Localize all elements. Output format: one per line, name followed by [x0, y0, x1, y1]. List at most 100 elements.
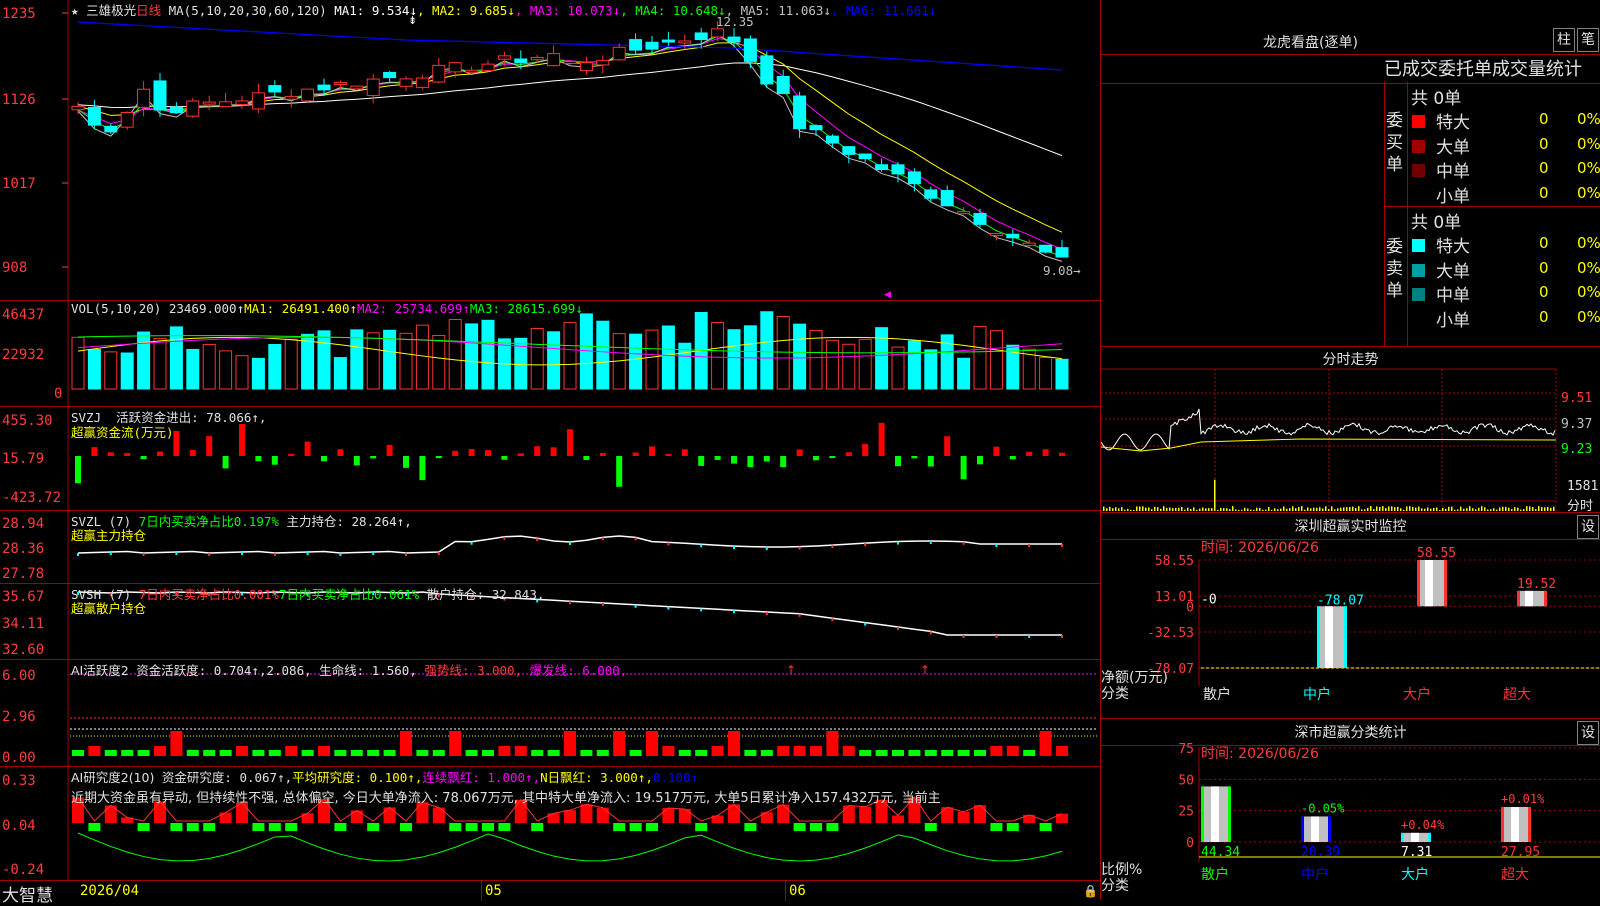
activity-bar — [285, 746, 298, 756]
date-label: 05 — [485, 883, 502, 899]
intraday-vol-bar — [1346, 507, 1348, 511]
price-panel[interactable]: ⇟ ◀ ★ 三雄极光日线 MA(5,10,20,30,60,120) MA1: 9… — [0, 0, 1100, 301]
intraday-vol-bar — [1550, 507, 1552, 511]
intraday-panel[interactable]: 分时走势 9.51 9.37 9.23 1581 分时 — [1100, 346, 1600, 514]
svsh-ylabel: 32.60 — [2, 642, 45, 658]
intraday-vol-bar — [1310, 508, 1312, 511]
intraday-vol-bar — [1247, 508, 1249, 511]
monitor-category: 散户 — [1203, 686, 1231, 703]
monitor-bar-edge — [1444, 560, 1447, 607]
svsh-ratio-green: 7日内买卖净占比0.061% — [278, 587, 420, 602]
candle — [711, 28, 725, 38]
candle — [661, 39, 675, 43]
intraday-vol-bar — [1181, 506, 1183, 511]
buy-row-value: 0 — [1539, 159, 1549, 177]
intraday-vol-bar — [1340, 507, 1342, 511]
ma-label: MA(5,10,20,30,60,120) — [168, 3, 327, 18]
intraday-vol-bar — [1520, 509, 1522, 511]
activity-bar — [432, 750, 445, 756]
sell-row-value: 0 — [1539, 258, 1549, 277]
stock-name[interactable]: 三雄极光 — [86, 3, 136, 18]
holding-tick — [995, 635, 998, 638]
intraday-vol-bar — [1319, 507, 1321, 511]
brand-logo: 大智慧 — [2, 886, 53, 906]
classify-panel[interactable]: 深市超赢分类统计 设 时间: 2026/06/26 75 50 25 0 44.34 散户… — [1100, 718, 1600, 900]
intraday-vol-bar — [1154, 506, 1156, 511]
intraday-vol-bar — [1172, 508, 1174, 511]
holding-tick — [536, 538, 539, 542]
classify-ylabel: 0 — [1186, 836, 1194, 851]
intraday-vol-bar — [1190, 508, 1192, 511]
ai-research-panel[interactable]: AI研究度2(10) 资金研究度: 0.067↑,平均研究度: 0.100↑,连… — [0, 767, 1100, 880]
holding-tick — [306, 552, 309, 555]
research-bar — [826, 823, 839, 831]
svsh-panel[interactable]: SVSH (7) 7日内买卖净占比0.001%7日内买卖净占比0.061% 散户… — [0, 584, 1100, 660]
intraday-vol-bar — [1133, 509, 1135, 511]
intraday-vol-bar — [1322, 508, 1324, 511]
flow-bar — [550, 447, 557, 456]
candle — [268, 85, 282, 93]
flow-bar — [91, 447, 98, 456]
monitor-chart[interactable]: 58.5513.010-32.53-78.07-0散户-78.07中户58.55… — [1101, 513, 1600, 719]
intraday-vol-bar — [1424, 508, 1426, 511]
flow-bar — [173, 430, 180, 456]
candle — [678, 40, 692, 44]
volume-chart[interactable] — [0, 301, 1100, 407]
classify-bar-edge — [1528, 806, 1531, 842]
intraday-vol-bar — [1505, 506, 1507, 511]
intraday-vol-bar — [1409, 506, 1411, 511]
holding-tick — [864, 622, 867, 626]
bar-mode-button[interactable]: 柱 — [1553, 28, 1575, 52]
intraday-chart[interactable] — [1101, 347, 1600, 513]
holding-tick — [142, 553, 145, 556]
classify-chart[interactable]: 75 50 25 0 44.34 散户 -0.05% 20.39 中户 +0.04% 7.31 大户 +… — [1101, 719, 1600, 901]
intraday-ylabel: 9.23 — [1561, 442, 1593, 457]
sell-row-percent: 0% — [1577, 234, 1600, 252]
lock-icon[interactable]: 🔒 — [1083, 884, 1098, 898]
sell-row-percent: 0% — [1577, 258, 1600, 277]
classify-bar-edge — [1401, 832, 1404, 842]
intraday-vol-bar — [1313, 507, 1315, 511]
flow-bar — [632, 452, 639, 456]
research-bar — [646, 823, 658, 831]
intraday-vol-bar — [1268, 506, 1270, 511]
classify-change-label: +0.01% — [1501, 792, 1545, 806]
activity-bar — [367, 750, 380, 756]
flow-bar — [501, 456, 508, 460]
monitor-bar-edge — [1517, 590, 1520, 607]
svzl-panel[interactable]: SVZL (7) 7日内买卖净占比0.197% 主力持仓: 28.264↑, 超… — [0, 511, 1100, 584]
holding-tick — [831, 545, 834, 549]
intraday-vol-bar — [1379, 506, 1381, 511]
intraday-vol-bar — [1217, 509, 1219, 511]
price-chart[interactable]: ⇟◀ — [0, 0, 1100, 301]
tick-mode-button[interactable]: 笔 — [1577, 28, 1599, 52]
research-bar — [629, 823, 642, 831]
monitor-panel[interactable]: 深圳超赢实时监控 设 时间: 2026/06/26 58.55 13.01 0 -32… — [1100, 512, 1600, 718]
ai1-ylabel: 2.96 — [2, 709, 36, 725]
intraday-vol-bar — [1262, 509, 1264, 511]
price-header: ★ 三雄极光日线 MA(5,10,20,30,60,120) MA1: 9.53… — [71, 0, 936, 19]
flow-bar — [813, 456, 819, 461]
classify-ylabel: 25 — [1178, 805, 1194, 820]
high-price-label: 12.35 — [716, 14, 754, 29]
volume-bar — [547, 331, 561, 390]
ai2-title: AI研究度2(10) — [71, 770, 155, 785]
intraday-vol-bar — [1451, 506, 1453, 511]
arrow-up: ↑ — [786, 663, 796, 677]
research-bar — [400, 823, 412, 831]
volume-bar — [104, 351, 118, 390]
period-label[interactable]: 日线 — [136, 3, 161, 18]
buy-row-percent: 0% — [1577, 134, 1600, 153]
intraday-vol-bar — [1148, 507, 1150, 511]
intraday-vol-bar — [1418, 506, 1420, 511]
research-bar — [203, 823, 216, 831]
volume-bar — [825, 339, 839, 390]
svzj-panel[interactable]: SVZJ 活跃资金进出: 78.066↑, 超赢资金流(万元) 455.30 1… — [0, 407, 1100, 511]
sell-row-value: 0 — [1539, 234, 1549, 252]
intraday-vol-bar — [1238, 509, 1240, 511]
ai-activity-panel[interactable]: ↑ ↑ AI活跃度2 资金活跃度: 0.704↑,2.086, 生命线: 1.56… — [0, 660, 1100, 767]
volume-panel[interactable]: VOL(5,10,20) 23469.000↑MA1: 26491.400↑MA… — [0, 301, 1100, 407]
candle — [1039, 244, 1053, 253]
activity-bar — [121, 750, 134, 756]
holding-tick — [601, 603, 604, 606]
